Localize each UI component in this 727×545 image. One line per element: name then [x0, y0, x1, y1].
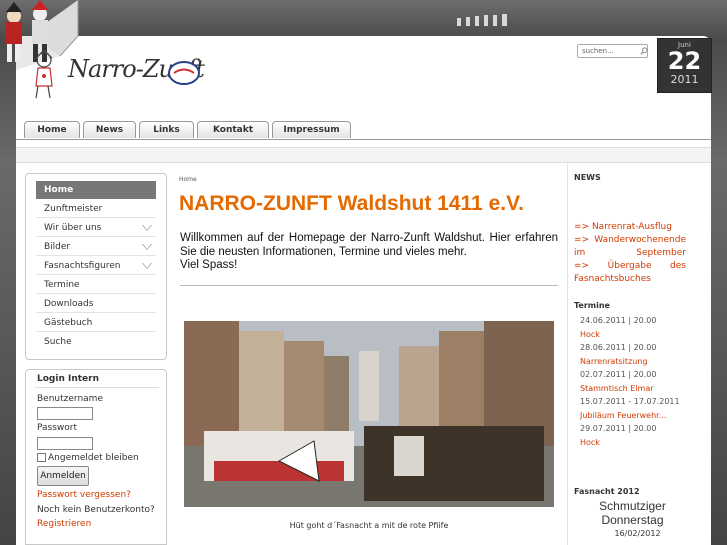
intro-paragraph: Willkommen auf der Homepage der Narro-Zu… — [180, 232, 558, 258]
font-size-switcher[interactable] — [457, 14, 507, 26]
tab-news[interactable]: News — [83, 121, 136, 138]
menu-item-label: Fasnachtsfiguren — [44, 261, 121, 271]
date-badge: Juni 22 2011 — [657, 38, 712, 93]
content-divider — [180, 285, 558, 286]
remember-label: Angemeldet bleiben — [48, 453, 139, 463]
termin-date: 15.07.2011 - 17.07.2011 — [580, 397, 680, 406]
font-size-large-icon[interactable] — [493, 15, 497, 26]
fasnacht-heading: Fasnacht 2012 — [574, 487, 640, 496]
termin-title-link[interactable]: Jubiläum Feuerwehr... — [580, 409, 680, 423]
login-title: Login Intern — [37, 374, 99, 384]
menu-item-fasnachtsfiguren[interactable]: Fasnachtsfiguren — [36, 257, 156, 275]
tab-kontakt[interactable]: Kontakt — [197, 121, 269, 138]
divider — [35, 387, 159, 388]
font-size-small-icon[interactable] — [457, 18, 461, 26]
chevron-down-icon[interactable] — [142, 263, 152, 269]
menu-item-zunftmeister[interactable]: Zunftmeister — [36, 200, 156, 218]
photo-caption: Hüt goht d´Fasnacht a mit de rote Pfiife — [289, 521, 449, 530]
termin-date: 29.07.2011 | 20.00 — [580, 424, 657, 433]
news-item[interactable]: => Übergabe des Fasnachtsbuches — [574, 260, 686, 285]
narrenruf-seal-icon — [168, 61, 200, 85]
font-size-medium-icon[interactable] — [484, 15, 488, 26]
tab-links[interactable]: Links — [139, 121, 194, 138]
tab-home[interactable]: Home — [24, 121, 80, 138]
termin-date: 28.06.2011 | 20.00 — [580, 343, 657, 352]
news-item[interactable]: => Wanderwochenende im September — [574, 234, 686, 260]
column-divider — [567, 162, 568, 545]
tab-underline — [16, 139, 711, 140]
tab-impressum[interactable]: Impressum — [272, 121, 351, 138]
menu-item-bilder[interactable]: Bilder — [36, 238, 156, 256]
font-size-small-icon[interactable] — [466, 17, 470, 26]
jester-logo-icon — [35, 50, 53, 99]
date-year: 2011 — [670, 73, 699, 86]
forgot-password-link[interactable]: Passwort vergessen? — [37, 490, 131, 500]
menu-item-label: Wir über uns — [44, 223, 102, 233]
date-day: 22 — [667, 47, 702, 75]
sub-nav-bar — [16, 147, 711, 163]
login-button[interactable]: Anmelden — [37, 466, 89, 486]
menu-item-wir-ueber-uns[interactable]: Wir über uns — [36, 219, 156, 237]
search-icon[interactable] — [640, 47, 648, 55]
password-label: Passwort — [37, 423, 78, 433]
intro-text: Willkommen auf der Homepage der Narro-Zu… — [180, 232, 558, 273]
news-heading: NEWS — [574, 173, 601, 182]
menu-item-suche[interactable]: Suche — [36, 333, 156, 351]
page-title: NARRO-ZUNFT Waldshut 1411 e.V. — [179, 192, 525, 215]
termin-list: 24.06.2011 | 20.00 Hock 28.06.2011 | 20.… — [580, 314, 680, 449]
search-input[interactable]: suchen... — [577, 44, 648, 58]
menu-item-termine[interactable]: Termine — [36, 276, 156, 294]
username-field[interactable] — [37, 407, 93, 420]
menu-item-gaestebuch[interactable]: Gästebuch — [36, 314, 156, 332]
username-label: Benutzername — [37, 394, 103, 404]
menu-item-downloads[interactable]: Downloads — [36, 295, 156, 313]
menu-item-label: Bilder — [44, 242, 71, 252]
font-size-medium-icon[interactable] — [475, 16, 479, 26]
register-link[interactable]: Registrieren — [37, 519, 91, 529]
termin-title-link[interactable]: Hock — [580, 328, 680, 342]
remember-checkbox[interactable] — [37, 453, 46, 462]
termin-title-link[interactable]: Narrenratsitzung — [580, 355, 680, 369]
password-field[interactable] — [37, 437, 93, 450]
termin-title-link[interactable]: Hock — [580, 436, 680, 450]
termin-title-link[interactable]: Stammtisch Elmar — [580, 382, 680, 396]
font-size-large-icon[interactable] — [502, 14, 507, 26]
chevron-down-icon[interactable] — [142, 225, 152, 231]
chevron-down-icon[interactable] — [142, 244, 152, 250]
no-account-text: Noch kein Benutzerkonto? — [37, 505, 155, 515]
breadcrumb[interactable]: Home — [179, 176, 197, 183]
fasnacht-event: Schmutziger Donnerstag — [599, 499, 666, 527]
termine-heading: Termine — [574, 301, 610, 310]
carnival-group-photo — [184, 321, 554, 507]
termin-date: 24.06.2011 | 20.00 — [580, 316, 657, 325]
news-item[interactable]: => Narrenrat-Ausflug — [574, 221, 686, 234]
termin-date: 02.07.2011 | 20.00 — [580, 370, 657, 379]
main-nav-tabs: Home News Links Kontakt Impressum — [24, 121, 351, 138]
menu-item-home[interactable]: Home — [36, 181, 156, 199]
news-ticker: => Narrenrat-Ausflug => Wanderwochenende… — [574, 221, 686, 285]
fasnacht-date: 16/02/2012 — [614, 529, 661, 538]
intro-greeting: Viel Spass! — [180, 259, 238, 271]
